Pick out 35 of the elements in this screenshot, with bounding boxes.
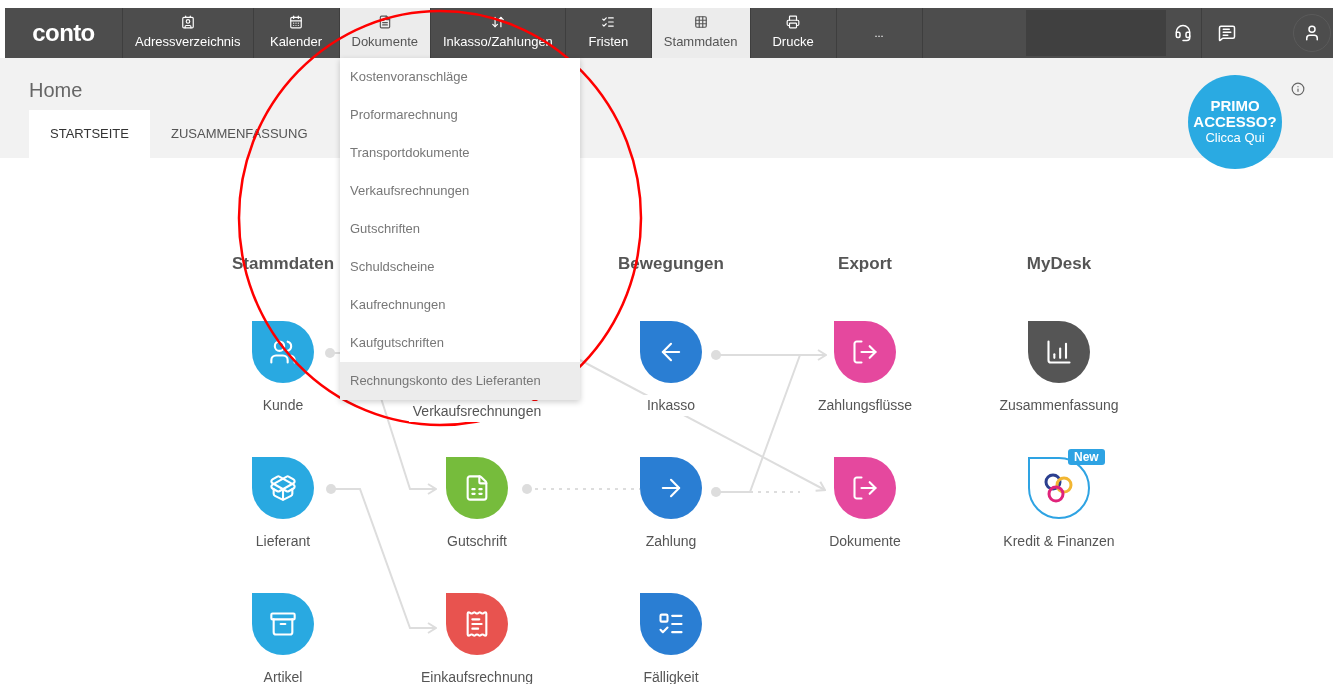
column-heading: Export xyxy=(838,254,892,273)
printer-icon xyxy=(786,14,801,29)
headset-icon xyxy=(1174,24,1193,42)
node-icon-background[interactable] xyxy=(252,321,314,383)
column-heading: MyDesk xyxy=(1026,254,1092,273)
menu-item[interactable]: Proformarechnung xyxy=(340,96,580,134)
document-icon xyxy=(377,14,392,29)
tab[interactable]: STARTSEITE xyxy=(29,110,150,158)
user-icon xyxy=(1303,24,1321,42)
menu-item[interactable]: Schuldscheine xyxy=(340,248,580,286)
menu-item[interactable]: Kaufgutschriften xyxy=(340,324,580,362)
menu-item[interactable]: Rechnungskonto des Lieferanten xyxy=(340,362,580,400)
page-title: Home xyxy=(29,78,83,102)
bar-chart-icon xyxy=(1045,338,1073,366)
people-icon xyxy=(269,338,297,366)
new-badge: New xyxy=(1068,449,1105,465)
menu-item[interactable]: Kostenvoranschläge xyxy=(340,58,580,96)
grid-icon xyxy=(693,14,708,29)
contact-card-icon xyxy=(180,14,195,29)
calendar-icon xyxy=(289,14,303,29)
menu-item[interactable]: Kaufrechnungen xyxy=(340,286,580,324)
promo-title: PRIMO ACCESSO? xyxy=(1193,98,1277,130)
info-icon[interactable] xyxy=(1291,82,1305,96)
up-down-arrows-icon xyxy=(490,14,505,29)
nav-item[interactable]: Dokumente xyxy=(339,8,431,58)
checklist-icon xyxy=(601,14,616,29)
menu-item[interactable]: Transportdokumente xyxy=(340,134,580,172)
box-icon xyxy=(269,610,297,638)
exit-icon xyxy=(851,338,879,366)
exit-icon xyxy=(851,474,879,502)
nav-item[interactable]: Stammdaten xyxy=(651,8,751,58)
logo[interactable]: conto xyxy=(32,15,95,51)
menu-item[interactable]: Verkaufsrechnungen xyxy=(340,172,580,210)
chat-icon xyxy=(1217,24,1236,42)
menu-item[interactable]: Gutschriften xyxy=(340,210,580,248)
